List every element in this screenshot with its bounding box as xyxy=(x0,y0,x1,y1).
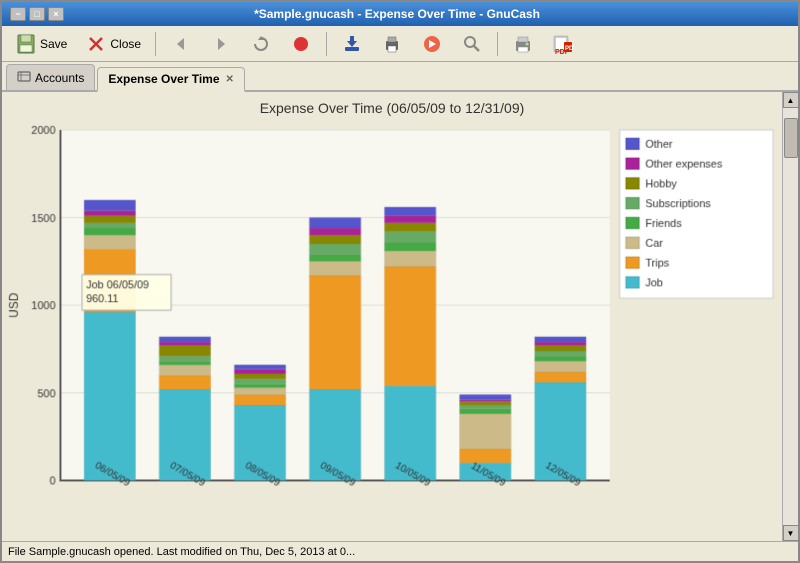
save-button[interactable]: Save xyxy=(8,30,74,58)
printer2-button[interactable] xyxy=(505,30,541,58)
separator-2 xyxy=(326,32,327,56)
pdf-button[interactable]: PDF PDF xyxy=(545,30,581,58)
separator-1 xyxy=(155,32,156,56)
tab-accounts[interactable]: Accounts xyxy=(6,64,95,90)
chart-container: Expense Over Time (06/05/09 to 12/31/09) xyxy=(2,92,782,541)
svg-text:PDF: PDF xyxy=(565,46,574,52)
close-window-button[interactable]: × xyxy=(48,7,64,21)
tab-close-button[interactable]: ✕ xyxy=(226,74,234,85)
record-button[interactable] xyxy=(283,30,319,58)
print-button[interactable] xyxy=(374,30,410,58)
tabs-bar: Accounts Expense Over Time ✕ xyxy=(2,62,798,92)
separator-3 xyxy=(497,32,498,56)
zoom-button[interactable] xyxy=(454,30,490,58)
download-icon xyxy=(341,33,363,55)
title-bar: − □ × *Sample.gnucash - Expense Over Tim… xyxy=(2,2,798,26)
scrollbar-track[interactable] xyxy=(783,108,799,525)
refresh-button[interactable] xyxy=(243,30,279,58)
scroll-down-button[interactable]: ▼ xyxy=(783,525,799,541)
export-button[interactable] xyxy=(414,30,450,58)
close-label: Close xyxy=(110,37,141,51)
chart-canvas xyxy=(6,120,778,525)
save-label: Save xyxy=(40,37,67,51)
printer2-icon xyxy=(512,33,534,55)
scroll-up-button[interactable]: ▲ xyxy=(783,92,799,108)
tab-expense-label: Expense Over Time xyxy=(108,72,219,86)
tab-expense-over-time[interactable]: Expense Over Time ✕ xyxy=(97,67,245,92)
zoom-icon xyxy=(461,33,483,55)
tab-accounts-label: Accounts xyxy=(35,71,84,85)
window-title: *Sample.gnucash - Expense Over Time - Gn… xyxy=(254,7,540,21)
record-icon xyxy=(290,33,312,55)
maximize-button[interactable]: □ xyxy=(29,7,45,21)
scrollbar-thumb[interactable] xyxy=(784,118,798,158)
content-area: Expense Over Time (06/05/09 to 12/31/09)… xyxy=(2,92,798,541)
save-icon xyxy=(15,33,37,55)
scrollbar[interactable]: ▲ ▼ xyxy=(782,92,798,541)
status-text: File Sample.gnucash opened. Last modifie… xyxy=(8,546,355,558)
close-icon xyxy=(85,33,107,55)
accounts-icon xyxy=(17,69,31,86)
chart-title: Expense Over Time (06/05/09 to 12/31/09) xyxy=(260,100,525,116)
main-window: − □ × *Sample.gnucash - Expense Over Tim… xyxy=(0,0,800,563)
status-bar: File Sample.gnucash opened. Last modifie… xyxy=(2,541,798,561)
download-button[interactable] xyxy=(334,30,370,58)
forward-icon xyxy=(210,33,232,55)
export-icon xyxy=(421,33,443,55)
window-controls[interactable]: − □ × xyxy=(10,7,64,21)
print-icon xyxy=(381,33,403,55)
close-button[interactable]: Close xyxy=(78,30,148,58)
toolbar: Save Close xyxy=(2,26,798,62)
back-icon xyxy=(170,33,192,55)
refresh-icon xyxy=(250,33,272,55)
forward-button[interactable] xyxy=(203,30,239,58)
minimize-button[interactable]: − xyxy=(10,7,26,21)
pdf-icon: PDF PDF xyxy=(552,33,574,55)
back-button[interactable] xyxy=(163,30,199,58)
